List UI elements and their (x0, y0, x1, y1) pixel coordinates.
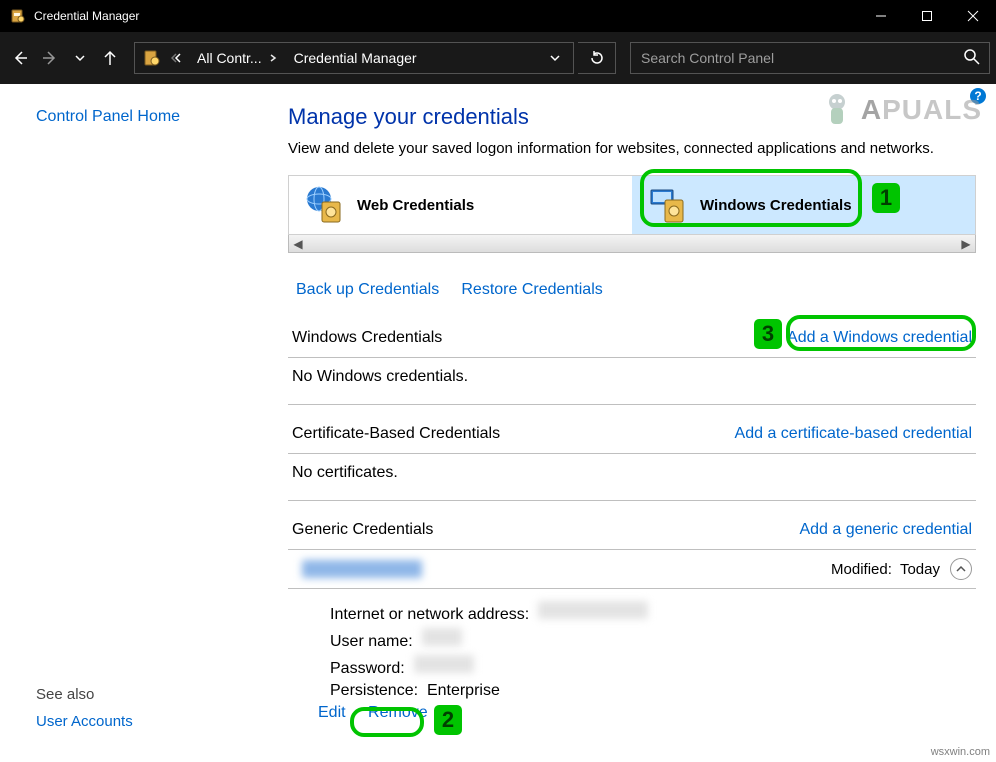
page-subtitle: View and delete your saved logon informa… (288, 140, 976, 157)
section-title-cert: Certificate-Based Credentials (292, 425, 500, 443)
search-input[interactable]: Search Control Panel (630, 42, 990, 74)
see-also-label: See also (36, 686, 288, 703)
annotation-number-2: 2 (434, 705, 462, 735)
credential-entry-header[interactable]: Modified: Today (288, 550, 976, 589)
category-scrollbar[interactable]: ◀ ▶ (288, 235, 976, 253)
close-button[interactable] (950, 0, 996, 32)
breadcrumb-label: All Contr... (197, 50, 262, 66)
toolbar: All Contr... Credential Manager Search C… (0, 32, 996, 84)
user-accounts-link[interactable]: User Accounts (36, 713, 288, 730)
app-icon (10, 8, 26, 24)
scroll-right-icon[interactable]: ▶ (957, 237, 975, 251)
breadcrumb-root-icon[interactable] (135, 43, 167, 73)
titlebar: Credential Manager (0, 0, 996, 32)
detail-address-label: Internet or network address: (330, 606, 529, 623)
up-button[interactable] (96, 44, 124, 72)
add-windows-credential-link[interactable]: Add a Windows credential (787, 329, 972, 347)
edit-credential-link[interactable]: Edit (318, 704, 346, 721)
section-body-cert: No certificates. (288, 454, 976, 501)
chevron-up-icon (955, 563, 967, 575)
breadcrumb-prev-icon[interactable] (167, 43, 189, 73)
modified-label: Modified: (831, 561, 892, 578)
windows-credentials-category[interactable]: Windows Credentials (632, 176, 975, 234)
forward-button[interactable] (36, 44, 64, 72)
detail-persist-label: Persistence: (330, 682, 418, 699)
detail-address-redacted (538, 601, 648, 619)
refresh-button[interactable] (578, 42, 616, 74)
section-body-windows: No Windows credentials. (288, 358, 976, 405)
maximize-button[interactable] (904, 0, 950, 32)
breadcrumb-seg-all-control[interactable]: All Contr... (189, 43, 286, 73)
main-content: ? APUALS Manage your credentials View an… (288, 84, 996, 762)
globe-safe-icon (303, 183, 347, 227)
address-dropdown[interactable] (537, 43, 573, 73)
add-generic-credential-link[interactable]: Add a generic credential (799, 521, 972, 539)
credential-detail: Internet or network address: User name: … (288, 589, 976, 722)
restore-credentials-link[interactable]: Restore Credentials (461, 281, 602, 298)
section-title-generic: Generic Credentials (292, 521, 433, 539)
web-credentials-category[interactable]: Web Credentials (289, 176, 632, 234)
recent-locations-button[interactable] (66, 44, 94, 72)
address-bar[interactable]: All Contr... Credential Manager (134, 42, 574, 74)
category-label: Web Credentials (357, 197, 474, 214)
monitor-safe-icon (646, 183, 690, 227)
control-panel-home-link[interactable]: Control Panel Home (36, 108, 288, 126)
sidebar: Control Panel Home See also User Account… (0, 84, 288, 762)
breadcrumb-label: Credential Manager (294, 50, 417, 66)
section-title-windows: Windows Credentials (292, 329, 442, 347)
collapse-button[interactable] (950, 558, 972, 580)
back-button[interactable] (6, 44, 34, 72)
detail-pass-label: Password: (330, 660, 405, 677)
page-heading: Manage your credentials (288, 104, 976, 130)
detail-persist-value: Enterprise (427, 682, 500, 699)
category-label: Windows Credentials (700, 197, 852, 214)
search-placeholder: Search Control Panel (641, 50, 774, 66)
detail-user-redacted (422, 628, 462, 646)
add-cert-credential-link[interactable]: Add a certificate-based credential (735, 425, 972, 443)
detail-pass-redacted (414, 655, 474, 673)
backup-credentials-link[interactable]: Back up Credentials (296, 281, 439, 298)
breadcrumb-seg-credential-manager[interactable]: Credential Manager (286, 43, 425, 73)
credential-name-redacted (302, 560, 422, 578)
modified-value: Today (900, 561, 940, 578)
remove-credential-link[interactable]: Remove (368, 704, 428, 721)
annotation-number-1: 1 (872, 183, 900, 213)
minimize-button[interactable] (858, 0, 904, 32)
window-title: Credential Manager (34, 9, 139, 23)
watermark: wsxwin.com (931, 746, 990, 758)
detail-user-label: User name: (330, 633, 413, 650)
scroll-left-icon[interactable]: ◀ (289, 237, 307, 251)
info-icon[interactable]: ? (970, 88, 986, 104)
search-icon (963, 48, 981, 69)
annotation-number-3: 3 (754, 319, 782, 349)
